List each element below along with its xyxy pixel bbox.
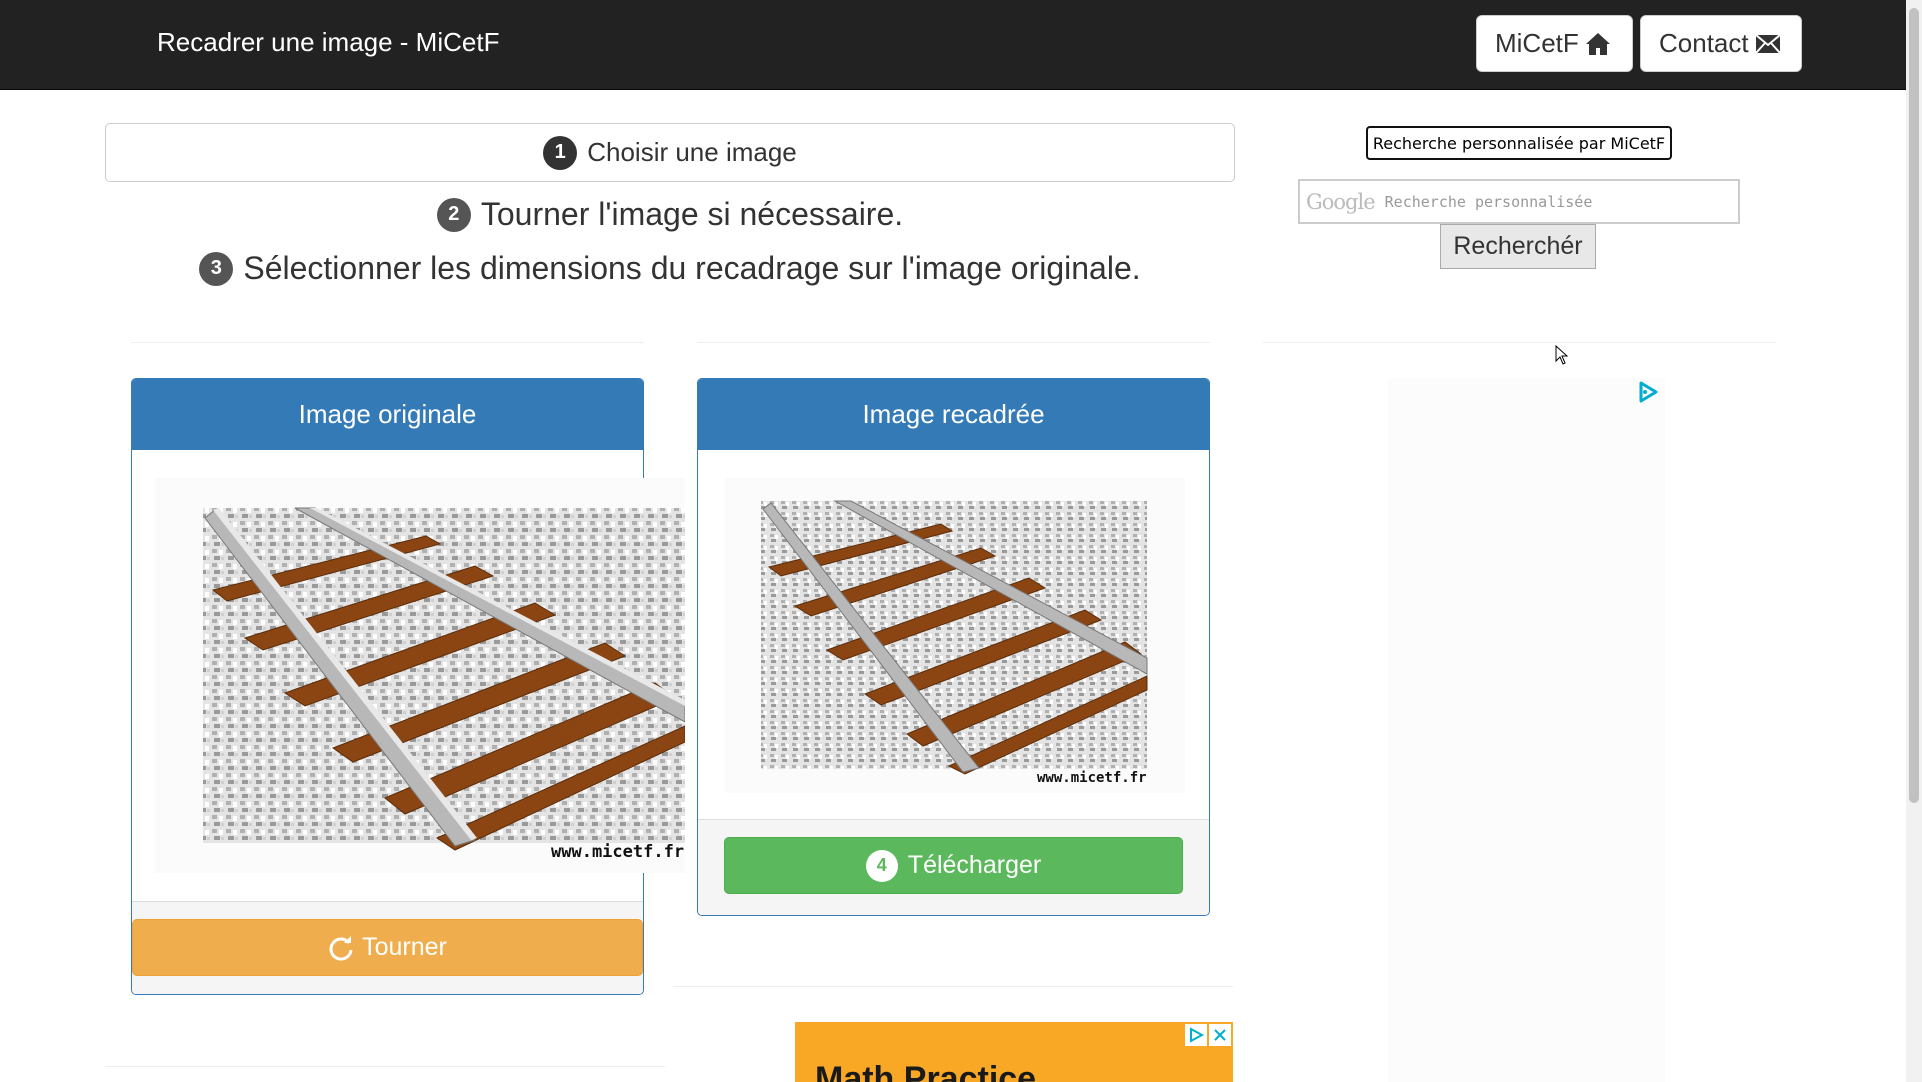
image-watermark: www.micetf.fr bbox=[551, 842, 685, 862]
bottom-banner-ad[interactable]: Math Practice bbox=[673, 1022, 1233, 1082]
rotate-icon bbox=[328, 935, 354, 961]
step-2-badge: 2 bbox=[436, 197, 471, 232]
home-button-label: MiCetF bbox=[1495, 28, 1579, 58]
adchoices-icon[interactable] bbox=[1636, 380, 1660, 409]
sidebar-ad[interactable] bbox=[1388, 378, 1665, 1082]
cropped-watermark: www.micetf.fr bbox=[1037, 770, 1147, 786]
choose-image-button[interactable]: 1 Choisir une image bbox=[105, 123, 1235, 182]
site-brand[interactable]: Recadrer une image - MiCetF bbox=[157, 27, 499, 58]
search-input[interactable]: Google Recherche personnalisée bbox=[1298, 179, 1740, 224]
ad-headline: Math Practice bbox=[815, 1060, 1037, 1082]
download-button-label: Télécharger bbox=[907, 851, 1042, 879]
cropped-panel-footer: 4 Télécharger bbox=[698, 819, 1209, 915]
step-3-text: Sélectionner les dimensions du recadrage… bbox=[243, 250, 1141, 286]
original-image[interactable]: www.micetf.fr bbox=[155, 478, 686, 873]
railway-track-image bbox=[203, 507, 686, 851]
scrollbar-thumb[interactable] bbox=[1909, 8, 1919, 803]
step-1-badge: 1 bbox=[543, 135, 578, 170]
custom-search-title: Recherche personnalisée par MiCetF bbox=[1366, 126, 1672, 160]
cropped-image: www.micetf.fr bbox=[725, 478, 1185, 793]
home-icon bbox=[1585, 32, 1611, 56]
step-2-text: Tourner l'image si nécessaire. bbox=[480, 196, 904, 232]
step-4-badge: 4 bbox=[865, 849, 898, 882]
top-navbar: Recadrer une image - MiCetF MiCetF Conta… bbox=[0, 0, 1922, 90]
mouse-cursor-icon bbox=[1555, 344, 1569, 370]
divider bbox=[1263, 342, 1776, 343]
search-placeholder: Recherche personnalisée bbox=[1384, 192, 1593, 211]
ad-logo-area bbox=[673, 1022, 795, 1082]
divider bbox=[697, 342, 1210, 343]
google-logo: Google bbox=[1306, 189, 1376, 214]
contact-button-label: Contact bbox=[1659, 28, 1749, 58]
railway-track-cropped-image bbox=[761, 500, 1148, 775]
close-icon[interactable] bbox=[1209, 1024, 1231, 1046]
divider bbox=[131, 342, 644, 343]
rotate-button-label: Tourner bbox=[362, 933, 447, 961]
page-scrollbar[interactable] bbox=[1906, 0, 1922, 1082]
step-3-badge: 3 bbox=[199, 251, 234, 286]
search-button[interactable]: Recherchér bbox=[1440, 224, 1596, 269]
ad-info-icon[interactable] bbox=[1185, 1024, 1207, 1046]
divider bbox=[673, 986, 1233, 987]
contact-button[interactable]: Contact bbox=[1640, 15, 1802, 72]
step-2-instruction: 2 Tourner l'image si nécessaire. bbox=[105, 196, 1235, 233]
original-image-heading: Image originale bbox=[132, 379, 643, 450]
envelope-icon bbox=[1754, 33, 1781, 54]
rotate-button[interactable]: Tourner bbox=[132, 919, 643, 976]
divider bbox=[105, 1066, 665, 1067]
original-panel-footer: Tourner bbox=[132, 901, 643, 994]
home-button[interactable]: MiCetF bbox=[1476, 15, 1633, 72]
cropped-image-heading: Image recadrée bbox=[698, 379, 1209, 450]
choose-image-label: Choisir une image bbox=[587, 137, 797, 167]
download-button[interactable]: 4 Télécharger bbox=[724, 837, 1183, 894]
step-3-instruction: 3 Sélectionner les dimensions du recadra… bbox=[105, 250, 1235, 287]
